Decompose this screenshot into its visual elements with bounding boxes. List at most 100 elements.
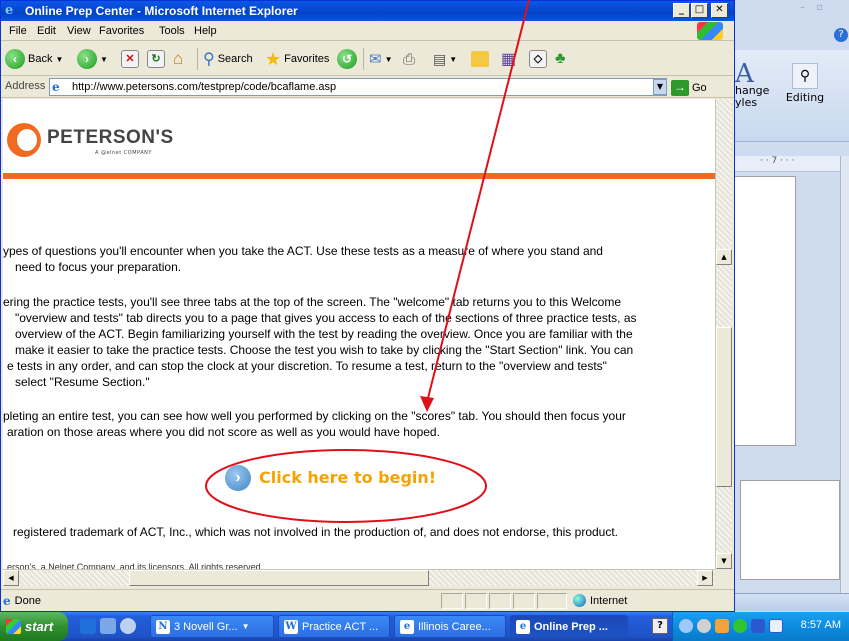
- status-cell: [465, 593, 487, 609]
- status-text-area: e Done: [3, 594, 41, 608]
- menu-edit[interactable]: Edit: [37, 25, 56, 37]
- minimize-button[interactable]: _: [673, 3, 690, 18]
- word-window-buttons[interactable]: – ▫: [800, 2, 827, 13]
- petersons-logo-icon: [7, 123, 41, 157]
- display-icon[interactable]: [769, 619, 783, 633]
- ie-quicklaunch-icon[interactable]: [80, 618, 96, 634]
- zone-label: Internet: [590, 594, 628, 607]
- taskbar-item-illinois[interactable]: e Illinois Caree...: [394, 615, 506, 638]
- scores-paragraph: pleting an entire test, you can see how …: [3, 408, 701, 440]
- home-button[interactable]: ⌂: [173, 48, 183, 70]
- window-title: Online Prep Center - Microsoft Internet …: [25, 4, 298, 18]
- site-header: PETERSON'S A @elnet COMPANY: [3, 99, 715, 173]
- begin-button-label: Click here to begin!: [259, 468, 437, 487]
- toolbar: ‹ Back ▼ › ▼ ✕ ↻ ⌂ ⚲ Search ★ Favorites …: [1, 42, 734, 76]
- status-cell: [441, 593, 463, 609]
- word-document-page: [740, 480, 840, 580]
- paragraph-line: ypes of questions you'll encounter when …: [3, 244, 603, 258]
- paragraph-line: aration on those areas where you did not…: [7, 425, 440, 439]
- system-tray: 8:57 AM: [672, 612, 849, 641]
- help-icon[interactable]: ?: [652, 618, 668, 634]
- search-label: Search: [217, 53, 253, 65]
- refresh-button[interactable]: ↻: [147, 48, 165, 70]
- start-button[interactable]: start: [0, 612, 68, 641]
- page-viewport: PETERSON'S A @elnet COMPANY ypes of ques…: [3, 99, 715, 569]
- horizontal-scrollbar[interactable]: ◀ ▶: [3, 569, 715, 586]
- site-logo-text[interactable]: PETERSON'S: [47, 127, 174, 149]
- antivirus-icon[interactable]: [697, 619, 711, 633]
- scroll-down-button[interactable]: ▼: [716, 553, 732, 569]
- edit-icon: ▤: [433, 50, 447, 67]
- scroll-right-button[interactable]: ▶: [697, 570, 713, 586]
- word-document-page: [732, 176, 796, 446]
- sync-icon[interactable]: [733, 619, 747, 633]
- security-zone[interactable]: Internet: [573, 594, 627, 607]
- print-button[interactable]: ⎙: [403, 48, 415, 70]
- buddy-button[interactable]: ♣: [555, 48, 566, 70]
- menu-tools[interactable]: Tools: [159, 25, 185, 37]
- forward-button[interactable]: › ▼: [77, 48, 108, 70]
- messenger-button[interactable]: ◇: [529, 48, 547, 70]
- address-label: Address: [5, 80, 46, 92]
- desktop-quicklaunch-icon[interactable]: [100, 618, 116, 634]
- tray-app-icon[interactable]: [751, 619, 765, 633]
- windows-logo-icon: [697, 22, 723, 40]
- taskbar-item-practice-act[interactable]: W Practice ACT ...: [278, 615, 390, 638]
- menu-favorites[interactable]: Favorites: [99, 25, 144, 37]
- help-icon[interactable]: ?: [834, 28, 848, 42]
- menu-help[interactable]: Help: [194, 25, 217, 37]
- maximize-button[interactable]: □: [691, 3, 708, 18]
- chevron-down-icon: ▼: [55, 54, 64, 64]
- vertical-scrollbar[interactable]: ▲ ▼: [715, 99, 732, 569]
- folder-button[interactable]: [471, 48, 489, 70]
- paragraph-line: select "Resume Section.": [15, 375, 150, 389]
- scroll-up-button[interactable]: ▲: [716, 249, 732, 265]
- page-icon: e: [52, 80, 60, 94]
- site-logo-subtitle: A @elnet COMPANY: [95, 150, 152, 156]
- word-scrollbar[interactable]: [840, 156, 849, 596]
- word-statusbar: [730, 593, 849, 611]
- search-button[interactable]: ⚲ Search: [203, 48, 253, 70]
- tabs-paragraph: ering the practice tests, you'll see thr…: [3, 294, 701, 390]
- change-styles-button[interactable]: A hange yles: [735, 61, 775, 109]
- taskbar-clock[interactable]: 8:57 AM: [801, 619, 841, 631]
- back-arrow-icon: ‹: [5, 49, 25, 69]
- begin-button[interactable]: › Click here to begin!: [225, 465, 436, 491]
- stop-button[interactable]: ✕: [121, 48, 139, 70]
- task-label: 3 Novell Gr...: [174, 620, 238, 633]
- chevron-right-icon: ›: [225, 465, 251, 491]
- taskbar-item-novell[interactable]: N 3 Novell Gr... ▼: [150, 615, 274, 638]
- go-button[interactable]: → Go: [671, 79, 721, 96]
- title-bar[interactable]: e Online Prep Center - Microsoft Interne…: [1, 1, 734, 21]
- favorites-label: Favorites: [284, 53, 330, 65]
- menu-file[interactable]: File: [9, 25, 27, 37]
- media-quicklaunch-icon[interactable]: [120, 618, 136, 634]
- menu-view[interactable]: View: [67, 25, 91, 37]
- paragraph-line: "overview and tests" tab directs you to …: [15, 311, 637, 325]
- mail-button[interactable]: ✉ ▼: [369, 48, 393, 70]
- ie-icon: e: [5, 3, 14, 18]
- editing-button[interactable]: ⚲ Editing: [780, 63, 830, 104]
- address-input[interactable]: http://www.petersons.com/testprep/code/b…: [49, 78, 667, 96]
- page-done-icon: e: [3, 594, 11, 608]
- address-dropdown-button[interactable]: ▼: [653, 79, 667, 95]
- research-button[interactable]: ▦: [501, 48, 516, 70]
- editing-label: Editing: [785, 91, 825, 104]
- close-button[interactable]: ✕: [711, 3, 728, 18]
- history-button[interactable]: ↺: [337, 48, 357, 70]
- back-button[interactable]: ‹ Back ▼: [5, 48, 63, 70]
- messenger-icon: ◇: [529, 50, 547, 68]
- word-icon: W: [284, 619, 298, 634]
- scroll-left-button[interactable]: ◀: [3, 570, 19, 586]
- horizontal-scroll-thumb[interactable]: [129, 570, 429, 586]
- novell-icon: N: [156, 619, 170, 634]
- network-icon[interactable]: [679, 619, 693, 633]
- vertical-scroll-thumb[interactable]: [716, 327, 732, 487]
- security-icon[interactable]: [715, 619, 729, 633]
- star-icon: ★: [265, 48, 282, 69]
- menu-bar: File Edit View Favorites Tools Help: [1, 21, 734, 41]
- favorites-button[interactable]: ★ Favorites: [265, 48, 329, 70]
- edit-button[interactable]: ▤ ▼: [433, 48, 457, 70]
- ie-icon: e: [400, 619, 414, 634]
- taskbar-item-online-prep[interactable]: e Online Prep ...: [510, 615, 628, 638]
